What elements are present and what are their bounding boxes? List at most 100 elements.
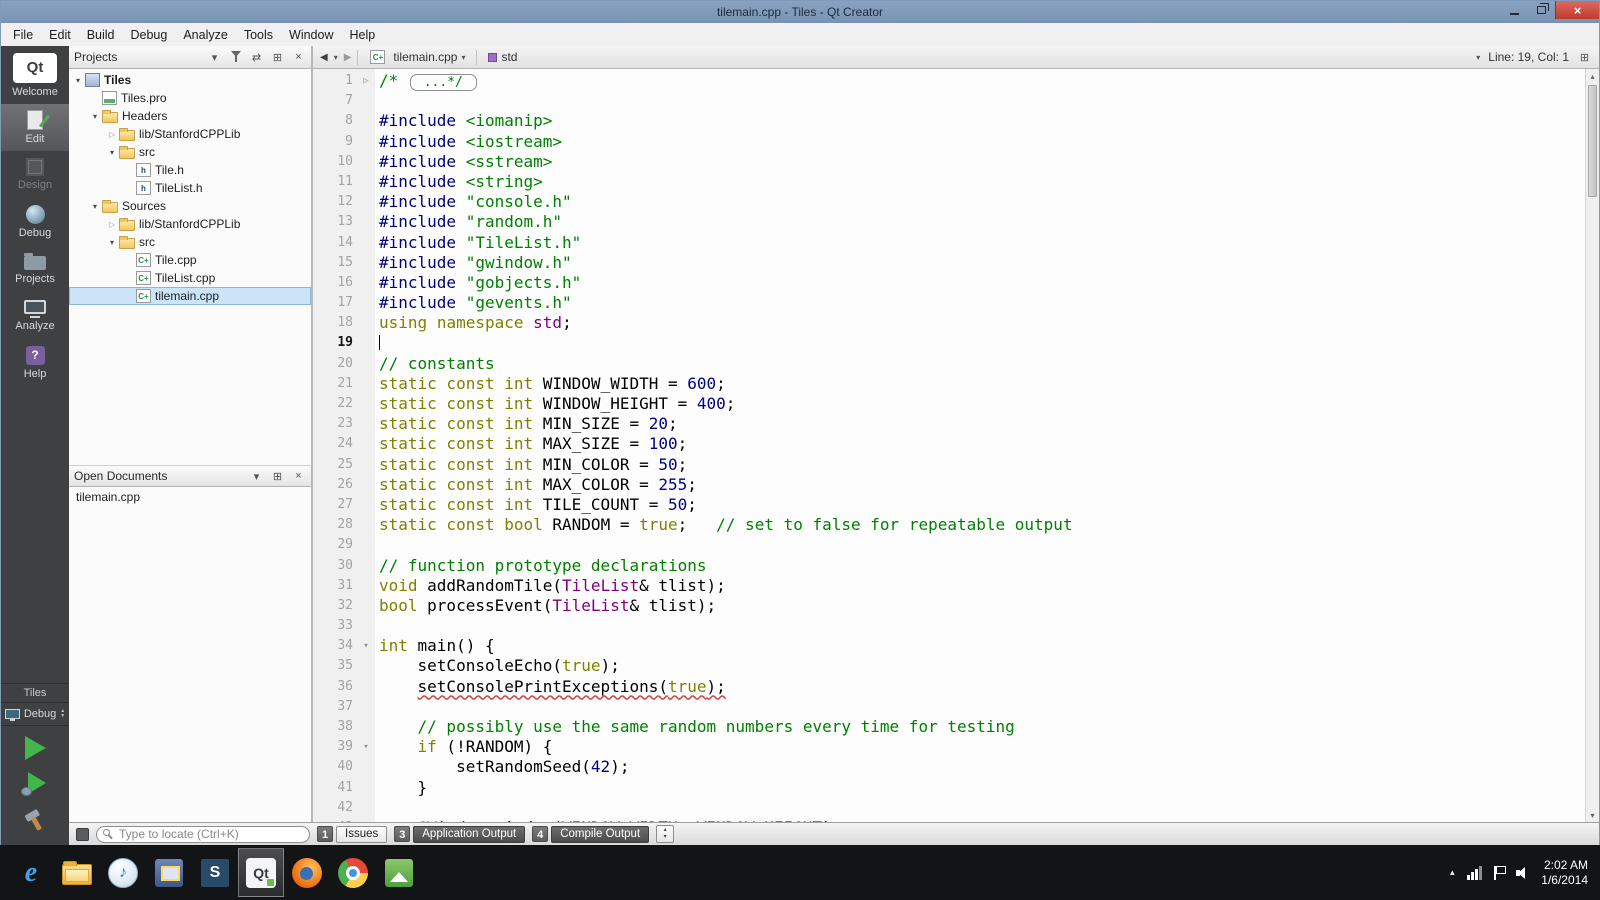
tree-item-lib-stanfordcpplib[interactable]: ▷lib/StanfordCPPLib [69,215,311,233]
taskbar-app-app-window[interactable] [146,848,192,897]
menu-item-window[interactable]: Window [281,25,341,45]
code-line-38[interactable]: 38 // possibly use the same random numbe… [313,717,1585,737]
code-line-28[interactable]: 28static const bool RANDOM = true; // se… [313,515,1585,535]
restore-button[interactable] [1528,1,1555,19]
code-line-8[interactable]: 8#include <iomanip> [313,111,1585,131]
code-line-35[interactable]: 35 setConsoleEcho(true); [313,656,1585,676]
back-icon[interactable]: ◀ [320,52,328,63]
code-line-14[interactable]: 14#include "TileList.h" [313,233,1585,253]
code-line-11[interactable]: 11#include <string> [313,172,1585,192]
code-line-39[interactable]: 39▾ if (!RANDOM) { [313,737,1585,757]
kit-selector[interactable]: Debug ▲▼ [1,702,69,726]
fold-marker-icon[interactable]: ▾ [357,737,375,757]
editor-scrollbar[interactable]: ▴ ▾ [1585,69,1599,822]
code-line-9[interactable]: 9#include <iostream> [313,132,1585,152]
taskbar-app-itunes[interactable]: ♪ [100,848,146,897]
code-line-34[interactable]: 34▾int main() { [313,636,1585,656]
taskbar-app-firefox[interactable] [284,848,330,897]
close-panel-icon[interactable]: × [291,49,306,65]
menu-item-edit[interactable]: Edit [41,25,79,45]
run-button[interactable] [25,736,46,760]
tree-item-tiles[interactable]: ▾Tiles [69,71,311,89]
volume-icon[interactable] [1516,867,1530,879]
tree-expand-icon[interactable]: ▷ [106,130,118,139]
code-line-1[interactable]: 1▷/* ...*/ [313,71,1585,91]
network-icon[interactable] [1467,866,1483,880]
symbol-dropdown[interactable]: std [483,49,522,65]
tree-item-tilelist-cpp[interactable]: TileList.cpp [69,269,311,287]
code-line-40[interactable]: 40 setRandomSeed(42); [313,757,1585,777]
sync-with-editor-icon[interactable]: ⇄ [249,49,264,65]
code-line-12[interactable]: 12#include "console.h" [313,192,1585,212]
code-line-37[interactable]: 37 [313,697,1585,717]
menu-item-help[interactable]: Help [341,25,383,45]
flag-icon[interactable] [1494,866,1505,880]
mode-projects[interactable]: Projects [1,245,69,292]
tree-item-src[interactable]: ▾src [69,233,311,251]
tree-item-src[interactable]: ▾src [69,143,311,161]
code-line-7[interactable]: 7 [313,91,1585,111]
menu-item-file[interactable]: File [5,25,41,45]
pane-stepper[interactable]: ▴ ▾ [656,825,674,843]
code-line-13[interactable]: 13#include "random.h" [313,212,1585,232]
code-line-26[interactable]: 26static const int MAX_COLOR = 255; [313,475,1585,495]
mode-edit[interactable]: Edit [1,104,69,151]
code-line-29[interactable]: 29 [313,535,1585,555]
split-panel-icon[interactable]: ⊞ [270,49,285,65]
scroll-up-icon[interactable]: ▴ [1586,69,1600,83]
output-pane-toggle-icon[interactable] [76,828,89,841]
minimize-button[interactable] [1501,1,1528,19]
code-line-21[interactable]: 21static const int WINDOW_WIDTH = 600; [313,374,1585,394]
tree-item-lib-stanfordcpplib[interactable]: ▷lib/StanfordCPPLib [69,125,311,143]
close-button[interactable]: × [1555,1,1599,19]
output-pane-issues[interactable]: 1Issues [317,826,387,843]
code-line-43[interactable]: 43 GWindow window(WINDOW_WIDTH, WINDOW_H… [313,818,1585,822]
tree-item-sources[interactable]: ▾Sources [69,197,311,215]
scrollbar-thumb[interactable] [1588,85,1597,197]
taskbar-app-file-explorer[interactable] [54,848,100,897]
debug-run-button[interactable] [21,772,49,796]
taskbar-app-internet-explorer[interactable]: e [8,848,54,897]
code-line-10[interactable]: 10#include <sstream> [313,152,1585,172]
mode-help[interactable]: Help [1,339,69,386]
split-panel-icon[interactable]: ⊞ [270,468,285,484]
tree-expand-icon[interactable]: ▾ [72,76,84,85]
code-line-22[interactable]: 22static const int WINDOW_HEIGHT = 400; [313,394,1585,414]
mode-welcome[interactable]: QtWelcome [1,46,69,104]
code-line-27[interactable]: 27static const int TILE_COUNT = 50; [313,495,1585,515]
menu-item-build[interactable]: Build [79,25,123,45]
taskbar-app-qt-creator[interactable]: Qt [238,848,284,897]
filter-icon[interactable] [228,49,243,65]
mode-debug[interactable]: Debug [1,198,69,245]
code-editor[interactable]: 1▷/* ...*/ 78#include <iomanip>9#include… [313,69,1599,822]
code-line-42[interactable]: 42 [313,798,1585,818]
tree-item-tilemain-cpp[interactable]: tilemain.cpp [69,287,311,305]
hidden-icons-chevron-icon[interactable]: ▲ [1448,868,1456,877]
taskbar-app-chrome[interactable] [330,848,376,897]
stepper-up-icon[interactable]: ▴ [664,827,667,834]
editor-menu-chevron-icon[interactable]: ▾ [1476,53,1480,62]
tree-expand-icon[interactable]: ▾ [106,238,118,247]
open-file-dropdown[interactable]: tilemain.cpp ▾ [364,49,470,65]
open-doc-item-tilemain-cpp[interactable]: tilemain.cpp [69,487,311,506]
back-history-chevron-icon[interactable]: ▾ [334,53,338,62]
fold-marker-icon[interactable]: ▷ [357,71,375,91]
tree-item-tiles-pro[interactable]: Tiles.pro [69,89,311,107]
tree-item-tile-cpp[interactable]: Tile.cpp [69,251,311,269]
mode-analyze[interactable]: Analyze [1,292,69,339]
code-line-25[interactable]: 25static const int MIN_COLOR = 50; [313,455,1585,475]
panel-chevron-down-icon[interactable]: ▾ [249,468,264,484]
forward-icon[interactable]: ▶ [344,52,352,63]
tree-item-tile-h[interactable]: Tile.h [69,161,311,179]
tree-expand-icon[interactable]: ▾ [89,112,101,121]
stepper-down-icon[interactable]: ▾ [664,834,667,841]
tree-item-tilelist-h[interactable]: TileList.h [69,179,311,197]
scroll-down-icon[interactable]: ▾ [1586,808,1600,822]
close-panel-icon[interactable]: × [291,468,306,484]
taskbar-clock[interactable]: 2:02 AM 1/6/2014 [1541,858,1588,888]
output-pane-application-output[interactable]: 3Application Output [394,826,525,843]
taskbar-app-photo-app[interactable] [376,848,422,897]
titlebar[interactable]: tilemain.cpp - Tiles - Qt Creator × [1,1,1599,23]
tree-expand-icon[interactable]: ▾ [106,148,118,157]
code-line-18[interactable]: 18using namespace std; [313,313,1585,333]
